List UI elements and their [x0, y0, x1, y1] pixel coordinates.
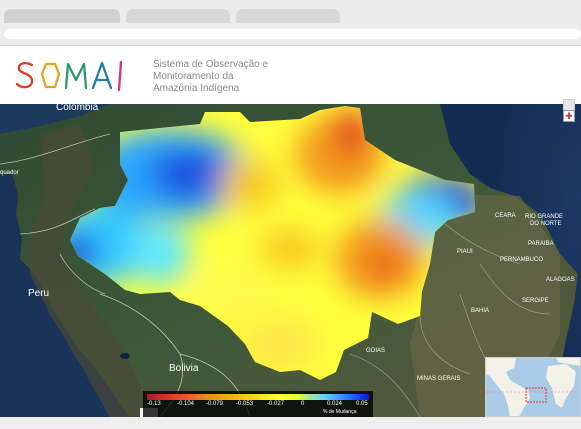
legend-tick: -0.053 [236, 401, 254, 407]
logo-letter-m [64, 62, 88, 90]
legend-tick: -0.104 [177, 401, 195, 407]
label-goias: GOIAS [366, 348, 385, 354]
overview-minimap[interactable] [485, 357, 581, 417]
browser-tab[interactable] [126, 9, 230, 23]
layer-add-icon[interactable]: ✚ [563, 110, 575, 122]
somai-logo[interactable] [15, 58, 137, 94]
legend-unit: % de Mudança [323, 409, 357, 415]
label-peru: Peru [28, 288, 49, 299]
minimap-americas [486, 358, 530, 416]
legend-tick: 0.05 [356, 401, 368, 407]
browser-tab[interactable] [236, 9, 340, 23]
legend: -0.13 -0.104 -0.079 -0.053 -0.027 0 0.02… [143, 391, 373, 417]
browser-chrome [0, 0, 581, 46]
lake-titicaca [120, 353, 130, 359]
label-rgn-2: DO NORTE [530, 221, 562, 227]
browser-tab-active[interactable] [4, 9, 120, 23]
legend-tick: 0 [301, 401, 305, 407]
label-minas: MINAS GERAIS [417, 376, 460, 382]
label-ceara: CEARA [495, 213, 516, 219]
legend-color-ramp [147, 394, 369, 400]
label-alagoas: ALAGOAS [546, 277, 575, 283]
logo-letter-o [40, 62, 61, 89]
label-equador: quador [0, 170, 19, 176]
label-bahia: BAHIA [471, 308, 489, 314]
logo-letter-a [91, 61, 113, 90]
legend-tick: -0.027 [267, 401, 285, 407]
label-sergipe: SERGIPE [522, 298, 549, 304]
bottom-strip [0, 417, 581, 429]
legend-tick: 0.024 [327, 401, 343, 407]
label-rgn-1: RIO GRANDE [525, 214, 563, 220]
legend-tick: -0.079 [206, 401, 224, 407]
label-paraiba: PARAIBA [528, 241, 554, 247]
logo-letter-s [15, 62, 34, 89]
legend-tick: -0.13 [147, 401, 161, 407]
label-colombia: Colombia [56, 104, 99, 113]
site-subtitle: Sistema de Observação e Monitoramento da… [153, 59, 269, 94]
label-piaui: PIAUI [457, 249, 473, 255]
address-bar[interactable] [4, 29, 581, 39]
label-pernambuco: PERNAMBUCO [500, 257, 543, 263]
label-bolivia: Bolivia [169, 363, 199, 374]
logo-letter-i [117, 60, 123, 92]
minimap-africa [546, 364, 576, 408]
